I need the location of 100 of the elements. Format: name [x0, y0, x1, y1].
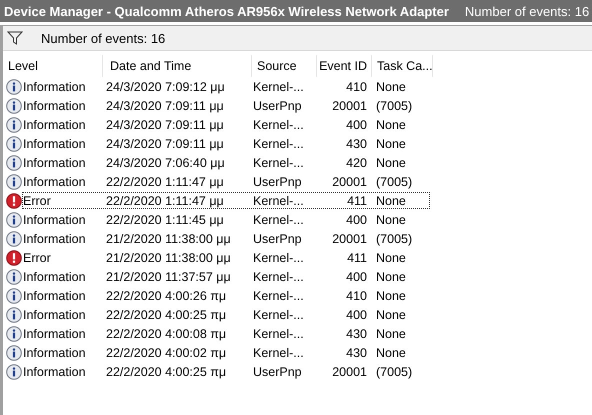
- task-category-text: None: [375, 250, 406, 264]
- source-text: Kernel-...: [253, 308, 305, 322]
- event-row[interactable]: Error 22/2/2020 1:11:47 μμ Kernel-... 411 None: [22, 192, 430, 209]
- event-id-text: 411: [346, 250, 367, 264]
- event-row[interactable]: Information 22/2/2020 4:00:25 πμ UserPnp 20001 (7005): [22, 363, 430, 380]
- date-time-text: 24/3/2020 7:06:40 μμ: [106, 156, 226, 170]
- level-text: Information: [23, 232, 87, 246]
- level-text: Information: [23, 364, 87, 378]
- event-row[interactable]: Information 22/2/2020 1:11:47 μμ UserPnp 20001 (7005): [22, 173, 430, 190]
- source-text: Kernel-...: [253, 156, 305, 170]
- info-icon: [6, 154, 22, 170]
- event-id-text: 430: [345, 326, 367, 340]
- level-text: Information: [23, 156, 87, 170]
- info-icon: [6, 136, 22, 152]
- event-row[interactable]: Error 21/2/2020 11:38:00 μμ Kernel-... 411 None: [22, 249, 430, 266]
- date-time-text: 24/3/2020 7:09:11 μμ: [106, 118, 225, 132]
- date-time-text: 22/2/2020 4:00:25 πμ: [106, 364, 228, 378]
- event-id-text: 410: [345, 80, 367, 94]
- source-text: UserPnp: [253, 174, 303, 188]
- error-icon: [6, 250, 22, 266]
- event-id-text: 430: [345, 346, 367, 360]
- event-id-text: 400: [345, 308, 367, 322]
- info-icon: [6, 230, 22, 246]
- date-time-text: 21/2/2020 11:38:00 μμ: [106, 250, 232, 264]
- task-category-text: None: [375, 270, 406, 284]
- task-category-text: None: [375, 156, 406, 170]
- task-category-text: None: [375, 136, 406, 150]
- info-icon: [6, 364, 22, 380]
- source-text: UserPnp: [253, 98, 303, 112]
- event-row[interactable]: Information 22/2/2020 4:00:02 πμ Kernel-... 430 None: [22, 344, 430, 361]
- date-time-text: 22/2/2020 1:11:47 μμ: [106, 174, 225, 188]
- date-time-text: 24/3/2020 7:09:11 μμ: [106, 136, 225, 150]
- level-text: Information: [23, 212, 87, 226]
- event-row[interactable]: Information 22/2/2020 4:00:26 πμ Kernel-... 410 None: [22, 287, 430, 304]
- level-text: Information: [23, 80, 87, 94]
- info-icon: [6, 212, 22, 228]
- event-row[interactable]: Information 24/3/2020 7:06:40 μμ Kernel-... 420 None: [22, 154, 430, 171]
- level-text: Error: [23, 250, 52, 264]
- column-header[interactable]: Date and Time: [103, 55, 252, 77]
- event-row[interactable]: Information 24/3/2020 7:09:12 μμ Kernel-... 410 None: [22, 78, 430, 95]
- level-text: Error: [23, 194, 52, 208]
- info-icon: [6, 98, 22, 114]
- event-row[interactable]: Information 22/2/2020 4:00:08 πμ Kernel-... 430 None: [22, 325, 430, 342]
- event-row[interactable]: Information 24/3/2020 7:09:11 μμ Kernel-... 400 None: [22, 116, 430, 133]
- level-text: Information: [23, 270, 87, 284]
- date-time-text: 22/2/2020 4:00:25 πμ: [106, 308, 228, 322]
- task-category-text: (7005): [375, 98, 412, 112]
- task-category-text: None: [375, 326, 406, 340]
- source-text: Kernel-...: [253, 250, 305, 264]
- info-icon: [6, 288, 22, 304]
- column-header[interactable]: Source: [252, 55, 317, 77]
- date-time-text: 22/2/2020 4:00:02 πμ: [106, 346, 228, 360]
- date-time-text: 21/2/2020 11:38:00 μμ: [106, 232, 232, 246]
- event-count: Number of events: 16: [464, 4, 590, 18]
- date-time-text: 24/3/2020 7:09:11 μμ: [106, 98, 225, 112]
- date-time-text: 24/3/2020 7:09:12 μμ: [106, 80, 226, 94]
- column-header[interactable]: Task Ca...: [372, 55, 433, 77]
- event-row[interactable]: Information 24/3/2020 7:09:11 μμ UserPnp 20001 (7005): [22, 97, 430, 114]
- source-text: Kernel-...: [253, 288, 305, 302]
- info-icon: [6, 326, 22, 342]
- task-category-text: (7005): [375, 364, 412, 378]
- task-category-text: None: [375, 308, 406, 322]
- date-time-text: 22/2/2020 4:00:26 πμ: [106, 288, 228, 302]
- event-row[interactable]: Information 24/3/2020 7:09:11 μμ Kernel-... 430 None: [22, 135, 430, 152]
- event-row[interactable]: Information 22/2/2020 4:00:25 πμ Kernel-... 400 None: [22, 306, 430, 323]
- task-category-text: None: [375, 118, 406, 132]
- event-id-text: 400: [345, 270, 367, 284]
- source-text: Kernel-...: [253, 136, 305, 150]
- task-category-text: None: [375, 288, 406, 302]
- task-category-text: None: [375, 346, 406, 360]
- filter-icon[interactable]: [7, 31, 23, 45]
- source-text: Kernel-...: [253, 212, 305, 226]
- date-time-text: 22/2/2020 4:00:08 πμ: [106, 326, 228, 340]
- info-icon: [6, 268, 22, 284]
- info-icon: [6, 174, 22, 190]
- level-text: Information: [23, 308, 87, 322]
- event-id-text: 20001: [331, 174, 367, 188]
- event-row[interactable]: Information 22/2/2020 1:11:45 μμ Kernel-... 400 None: [22, 211, 430, 228]
- event-id-text: 20001: [331, 364, 367, 378]
- level-text: Information: [23, 346, 87, 360]
- level-text: Information: [23, 288, 87, 302]
- level-text: Information: [23, 136, 87, 150]
- column-header[interactable]: Event ID: [317, 55, 372, 77]
- event-id-text: 411: [346, 194, 367, 208]
- event-id-text: 430: [345, 136, 367, 150]
- task-category-text: (7005): [375, 232, 412, 246]
- event-id-text: 400: [345, 212, 367, 226]
- event-count: Number of events: 16: [41, 30, 166, 46]
- source-text: Kernel-...: [253, 80, 305, 94]
- source-text: Kernel-...: [253, 194, 305, 208]
- column-header[interactable]: Level: [3, 55, 103, 77]
- level-text: Information: [23, 326, 87, 340]
- source-text: UserPnp: [253, 364, 303, 378]
- event-row[interactable]: Information 21/2/2020 11:38:00 μμ UserPnp 20001 (7005): [22, 230, 430, 247]
- error-icon: [6, 192, 22, 208]
- event-row[interactable]: Information 21/2/2020 11:37:57 μμ Kernel-... 400 None: [22, 268, 430, 285]
- date-time-text: 22/2/2020 1:11:47 μμ: [106, 194, 225, 208]
- event-id-text: 400: [345, 118, 367, 132]
- event-id-text: 420: [345, 156, 367, 170]
- task-category-text: None: [375, 212, 406, 226]
